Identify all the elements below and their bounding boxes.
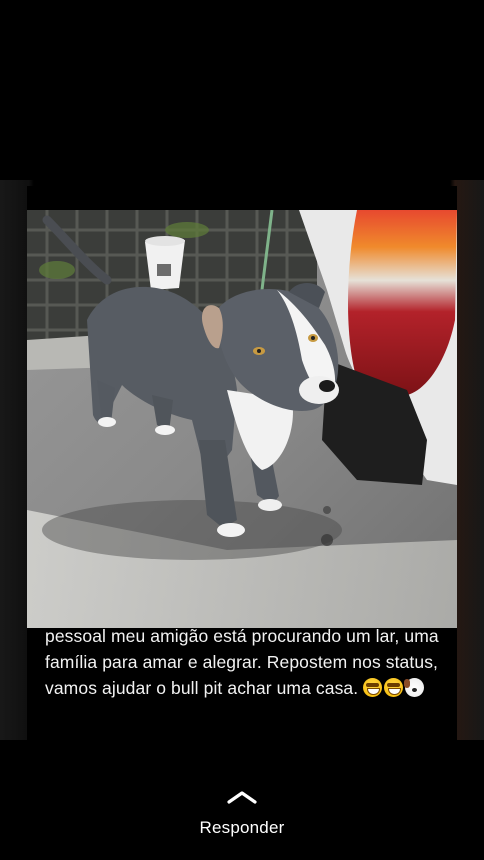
story-viewer: pessoal meu amigão está procurando um la…	[0, 0, 484, 860]
reply-label: Responder	[199, 818, 285, 837]
chevron-up-icon	[227, 790, 257, 804]
dog-face-icon	[404, 678, 425, 697]
story-post[interactable]: pessoal meu amigão está procurando um la…	[27, 186, 457, 742]
smiling-face-with-sunglasses-icon	[363, 678, 383, 697]
smiling-face-with-sunglasses-icon	[384, 678, 404, 697]
reply-button[interactable]: Responder	[0, 790, 484, 850]
story-caption: pessoal meu amigão está procurando um la…	[45, 623, 445, 701]
dog-photo	[27, 210, 457, 628]
